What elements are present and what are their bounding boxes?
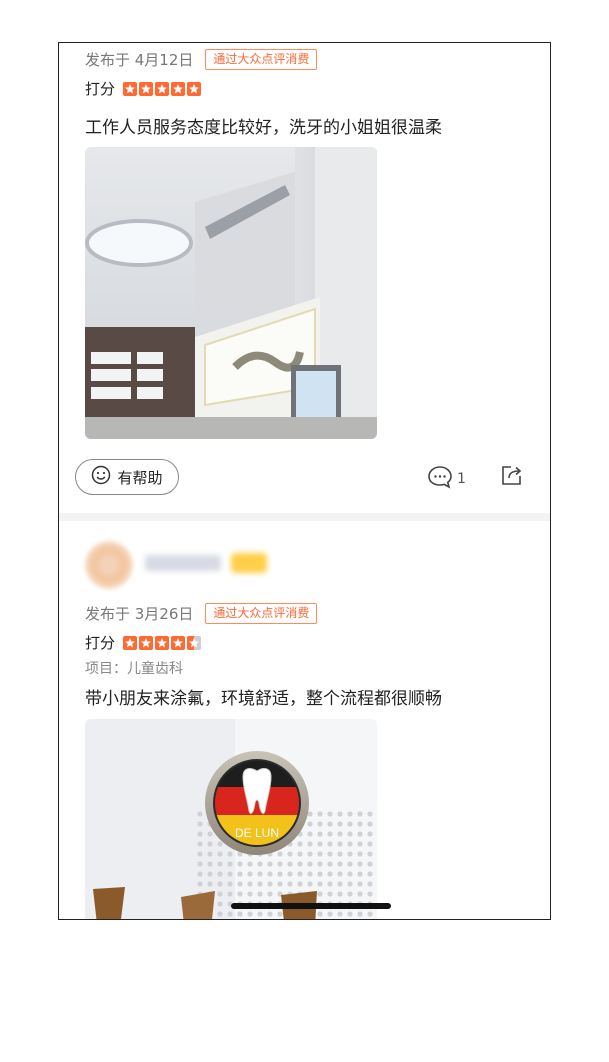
star-icon: [123, 635, 138, 650]
star-icon: [139, 635, 154, 650]
review-list: 发布于 4月12日 通过大众点评消费 打分 工作人员服务态度比较好，洗牙的小姐姐很…: [58, 42, 551, 920]
username-blurred[interactable]: [145, 555, 221, 571]
score-label: 打分: [85, 634, 116, 652]
half-star-icon: [187, 635, 202, 650]
review-photo[interactable]: DE LUN: [85, 719, 377, 919]
consumption-badge: 通过大众点评消费: [205, 603, 318, 624]
review-score: 打分: [85, 632, 203, 653]
review-date: 发布于 3月26日: [85, 605, 194, 623]
logo-text: DE LUN: [235, 826, 279, 840]
review-meta: 发布于 3月26日 通过大众点评消费: [85, 603, 318, 624]
review-card: 发布于 3月26日 通过大众点评消费 打分 项目：儿童齿科 带小朋友来涂氟，环境舒…: [59, 43, 550, 919]
user-level-badge: [231, 553, 267, 573]
star-icon: [155, 635, 170, 650]
review-project: 项目：儿童齿科: [85, 661, 183, 677]
avatar[interactable]: [85, 541, 133, 589]
home-indicator[interactable]: [231, 903, 391, 909]
star-icon: [171, 635, 186, 650]
star-rating: [123, 635, 203, 650]
review-text: 带小朋友来涂氟，环境舒适，整个流程都很顺畅: [85, 689, 442, 709]
